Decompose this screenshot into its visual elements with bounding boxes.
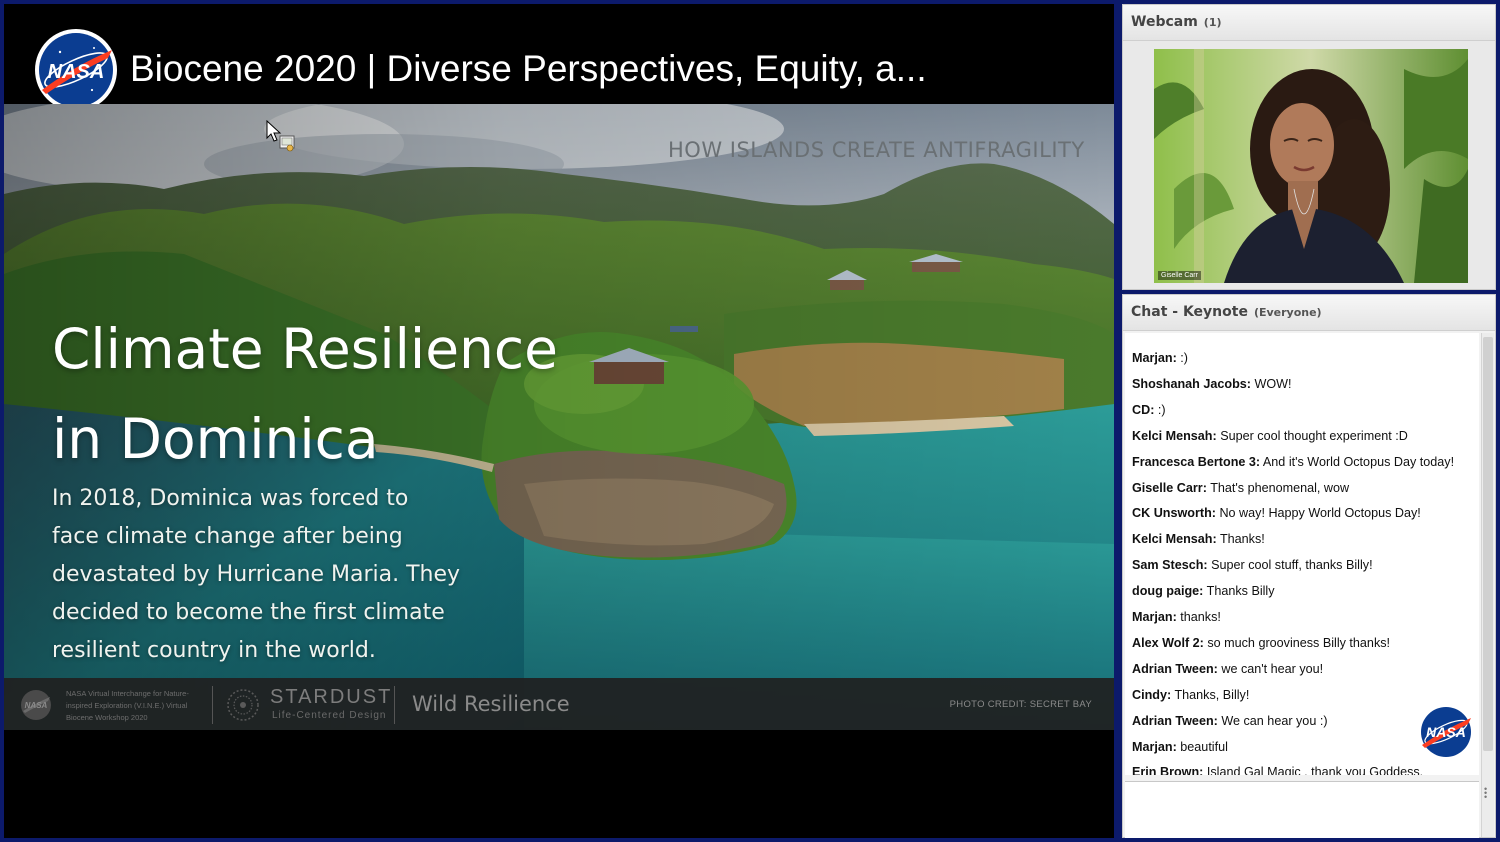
- chat-message: Marjan: thanks!: [1132, 610, 1221, 624]
- chat-text: beautiful: [1180, 739, 1228, 754]
- photo-credit: PHOTO CREDIT: SECRET BAY: [949, 699, 1092, 710]
- webcam-video-feed[interactable]: Giselle Carr: [1154, 49, 1468, 283]
- chat-text: Thanks Billy: [1206, 584, 1275, 599]
- chat-author: Giselle Carr:: [1132, 480, 1207, 495]
- stardust-logo-icon: [227, 689, 259, 721]
- chat-pod: Chat - Keynote (Everyone) Marjan: :) Shosh…: [1122, 294, 1496, 838]
- chat-author: CK Unsworth:: [1132, 506, 1216, 521]
- chat-message: Kelci Mensah: Super cool thought experim…: [1132, 429, 1408, 443]
- slide-heading: Climate Resilience in Dominica: [52, 304, 572, 484]
- chat-author: Cindy:: [1132, 687, 1172, 702]
- chat-message: Adrian Tween: We can hear you :): [1132, 714, 1328, 728]
- chat-author: CD:: [1132, 402, 1155, 417]
- chat-message: Sam Stesch: Super cool stuff, thanks Bil…: [1132, 558, 1373, 572]
- chat-message: CD: :): [1132, 403, 1166, 417]
- footer-vine-text: NASA Virtual Interchange for Nature-insp…: [66, 689, 189, 722]
- webcam-pod-title: Webcam (1): [1131, 14, 1222, 30]
- chat-text: Super cool stuff, thanks Billy!: [1211, 558, 1373, 573]
- svg-text:NASA: NASA: [25, 701, 48, 710]
- chat-scrollbar[interactable]: • • •: [1481, 333, 1494, 837]
- chat-text: We can hear you :): [1221, 713, 1328, 728]
- chat-text: :): [1180, 351, 1188, 365]
- webcam-pod-header[interactable]: Webcam (1): [1123, 5, 1495, 41]
- chat-text: Thanks!: [1219, 532, 1265, 547]
- chat-scroll-thumb[interactable]: [1483, 337, 1493, 751]
- chat-author: Marjan:: [1132, 351, 1177, 365]
- chat-pod-header[interactable]: Chat - Keynote (Everyone): [1123, 295, 1495, 331]
- chat-author: doug paige:: [1132, 584, 1204, 599]
- chat-message: Giselle Carr: That's phenomenal, wow: [1132, 481, 1349, 495]
- mouse-cursor-icon: [266, 120, 295, 152]
- chat-message: Marjan: :): [1132, 351, 1188, 365]
- scroll-grip-icon: • • •: [1484, 784, 1488, 802]
- chat-text: Island Gal Magic , thank you Goddess.: [1206, 765, 1424, 775]
- chat-author: Adrian Tween:: [1132, 713, 1218, 728]
- chat-author: Marjan:: [1132, 739, 1177, 754]
- slide-heading-line2: in Dominica: [52, 407, 379, 471]
- chat-message: Adrian Tween: we can't hear you!: [1132, 662, 1323, 676]
- chat-text: so much grooviness Billy thanks!: [1207, 635, 1391, 650]
- chat-message-input[interactable]: [1125, 781, 1479, 838]
- nasa-watermark-icon: NASA: [1418, 704, 1474, 760]
- footer-divider: [212, 686, 213, 724]
- chat-author: Francesca Bertone 3:: [1132, 454, 1261, 469]
- webcam-title: Webcam: [1131, 14, 1198, 30]
- slide-body-text: In 2018, Dominica was forced to face cli…: [52, 486, 461, 663]
- svg-text:NASA: NASA: [1426, 724, 1466, 740]
- chat-author: Erin Brown:: [1132, 765, 1204, 775]
- nasa-footer-logo-icon: NASA: [21, 690, 51, 720]
- chat-text: WOW!: [1254, 376, 1292, 391]
- chat-author: Alex Wolf 2:: [1132, 635, 1204, 650]
- slide-heading-line1: Climate Resilience: [52, 317, 558, 381]
- nasa-wordmark: NASA: [48, 61, 105, 83]
- chat-text: Super cool thought experiment :D: [1220, 428, 1408, 443]
- chat-message: Alex Wolf 2: so much grooviness Billy th…: [1132, 636, 1390, 650]
- webcam-count: (1): [1203, 16, 1222, 29]
- chat-author: Kelci Mensah:: [1132, 428, 1217, 443]
- footer-stardust-text: STARDUST: [270, 686, 393, 708]
- chat-text: :): [1157, 402, 1166, 417]
- footer-stardust-subtitle: Life-Centered Design: [272, 710, 387, 721]
- chat-message: Cindy: Thanks, Billy!: [1132, 688, 1249, 702]
- chat-message: doug paige: Thanks Billy: [1132, 584, 1275, 598]
- presenter-webcam-image: [1154, 49, 1468, 283]
- presentation-slide: HOW ISLANDS CREATE ANTIFRAGILITY Climate…: [4, 104, 1114, 730]
- slide-footer: NASA NASA Virtual Interchange for Nature…: [4, 678, 1114, 730]
- footer-divider: [394, 686, 395, 724]
- slide-kicker: HOW ISLANDS CREATE ANTIFRAGILITY: [668, 138, 1085, 162]
- footer-wild-resilience: Wild Resilience: [412, 692, 570, 716]
- webcam-name-tag: Giselle Carr: [1158, 271, 1201, 280]
- chat-audience: (Everyone): [1253, 306, 1322, 319]
- chat-text: That's phenomenal, wow: [1210, 480, 1350, 495]
- chat-author: Marjan:: [1132, 610, 1177, 624]
- chat-message: Francesca Bertone 3: And it's World Octo…: [1132, 455, 1454, 469]
- webcam-pod: Webcam (1) Giselle Carr: [1122, 4, 1496, 290]
- video-title-bar: NASA Biocene 2020 | Diverse Perspectives…: [4, 4, 1114, 111]
- chat-text: And it's World Octopus Day today!: [1262, 454, 1455, 469]
- chat-text: thanks!: [1180, 610, 1221, 624]
- chat-title: Chat - Keynote: [1131, 304, 1248, 320]
- chat-author: Adrian Tween:: [1132, 661, 1218, 676]
- nasa-meatball-icon: NASA: [35, 29, 117, 111]
- chat-author: Shoshanah Jacobs:: [1132, 376, 1251, 391]
- chat-pod-title: Chat - Keynote (Everyone): [1131, 304, 1322, 320]
- chat-message: Erin Brown: Island Gal Magic , thank you…: [1132, 765, 1423, 775]
- chat-text: Thanks, Billy!: [1174, 687, 1250, 702]
- chat-message: Kelci Mensah: Thanks!: [1132, 532, 1265, 546]
- chat-message: CK Unsworth: No way! Happy World Octopus…: [1132, 506, 1421, 520]
- chat-author: Sam Stesch:: [1132, 558, 1208, 573]
- chat-text: we can't hear you!: [1221, 661, 1324, 676]
- video-title: Biocene 2020 | Diverse Perspectives, Equ…: [130, 48, 927, 89]
- chat-author: Kelci Mensah:: [1132, 532, 1217, 547]
- chat-text: No way! Happy World Octopus Day!: [1219, 506, 1421, 521]
- chat-message: Marjan: beautiful: [1132, 740, 1228, 754]
- chat-message: Shoshanah Jacobs: WOW!: [1132, 377, 1292, 391]
- video-panel: NASA Biocene 2020 | Diverse Perspectives…: [4, 4, 1114, 838]
